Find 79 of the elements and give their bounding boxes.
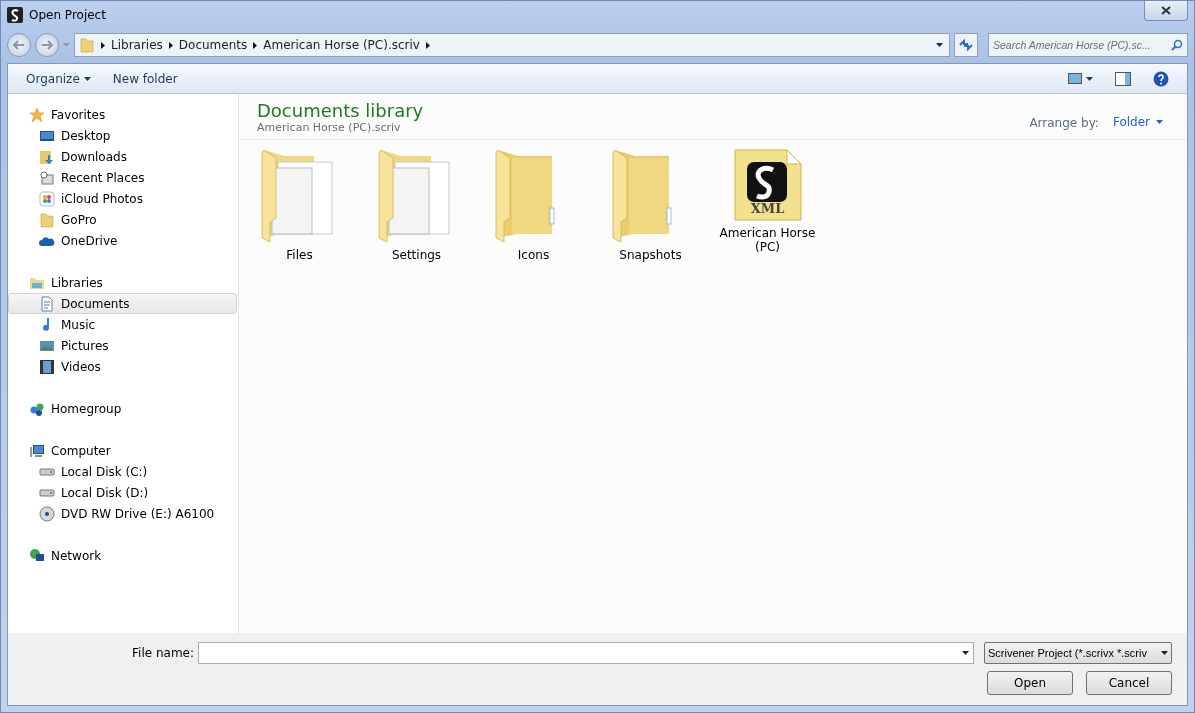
sidebar-item[interactable]: Local Disk (D:) xyxy=(8,482,237,503)
close-button[interactable] xyxy=(1144,1,1188,21)
window-title: Open Project xyxy=(29,8,106,22)
download-folder-icon xyxy=(39,148,55,165)
refresh-icon xyxy=(958,38,974,52)
file-name[interactable]: Snapshots xyxy=(619,248,682,262)
file-type-dropdown[interactable]: Scrivener Project (*.scrivx *.scriv xyxy=(984,642,1172,664)
sidebar-group[interactable]: Favorites xyxy=(8,104,237,125)
organize-button[interactable]: Organize xyxy=(18,69,99,88)
chevron-right-icon xyxy=(101,41,105,49)
xml-label: XML xyxy=(749,201,786,216)
caret-icon xyxy=(962,651,969,655)
caret-icon xyxy=(83,76,91,81)
help-icon xyxy=(1153,70,1169,87)
star-icon xyxy=(29,106,45,123)
sidebar-item[interactable]: DVD RW Drive (E:) A6100 xyxy=(8,503,237,524)
network-icon xyxy=(29,547,45,564)
sidebar-item[interactable]: iCloud Photos xyxy=(8,188,237,209)
caret-icon xyxy=(1161,651,1168,655)
close-icon xyxy=(1161,6,1171,15)
app-icon xyxy=(7,7,23,23)
breadcrumb[interactable]: Libraries xyxy=(111,38,163,52)
address-bar[interactable]: Libraries Documents American Horse (PC).scriv xyxy=(74,33,950,57)
forward-button[interactable] xyxy=(35,33,59,57)
caret-icon xyxy=(1086,76,1093,81)
sidebar-item[interactable]: Videos xyxy=(8,356,237,377)
file-name[interactable]: Icons xyxy=(517,248,550,262)
computer-icon xyxy=(29,442,45,459)
view-icon xyxy=(1068,73,1082,84)
folder-icon xyxy=(39,211,55,228)
disc-drive-icon xyxy=(39,505,55,522)
sidebar-item[interactable]: Recent Places xyxy=(8,167,237,188)
cancel-button[interactable]: Cancel xyxy=(1086,671,1172,695)
open-button[interactable]: Open xyxy=(987,671,1073,695)
back-arrow-icon xyxy=(13,40,25,50)
flower-icon xyxy=(39,190,55,207)
sidebar-item[interactable]: Desktop xyxy=(8,125,237,146)
sidebar-item[interactable]: Local Disk (C:) xyxy=(8,461,237,482)
sidebar-item[interactable]: Pictures xyxy=(8,335,237,356)
search-field[interactable]: Search American Horse (PC).sc... xyxy=(988,33,1188,57)
file-name[interactable]: American Horse (PC) xyxy=(719,226,816,254)
sidebar-group[interactable]: Network xyxy=(8,545,237,566)
back-button[interactable] xyxy=(7,33,31,57)
sidebar-item[interactable]: Music xyxy=(8,314,237,335)
recent-places-icon xyxy=(39,169,55,186)
history-caret-icon xyxy=(63,43,70,47)
caret-icon xyxy=(1156,120,1163,124)
preview-pane-icon xyxy=(1115,71,1131,86)
file-name[interactable]: Settings xyxy=(391,248,442,262)
film-icon xyxy=(39,358,55,375)
hard-drive-icon xyxy=(39,488,55,497)
refresh-button[interactable] xyxy=(954,33,978,57)
file-name-label: File name: xyxy=(131,646,195,660)
caret-icon xyxy=(936,43,943,47)
sidebar-group[interactable]: Homegroup xyxy=(8,398,237,419)
arrange-dropdown[interactable]: Folder xyxy=(1106,114,1169,130)
new-folder-button[interactable]: New folder xyxy=(104,69,186,88)
sidebar-item[interactable]: GoPro xyxy=(8,209,237,230)
chevron-right-icon xyxy=(253,41,258,49)
library-title: Documents library xyxy=(257,100,424,121)
hard-drive-icon xyxy=(39,467,55,476)
scrivener-project-file-icon xyxy=(732,148,803,222)
sidebar-item[interactable]: Documents xyxy=(8,293,237,314)
breadcrumb[interactable]: Documents xyxy=(178,38,248,52)
arrange-label: Arrange by: xyxy=(1029,116,1099,130)
file-name[interactable]: Files xyxy=(286,248,313,262)
sidebar-item[interactable]: OneDrive xyxy=(8,230,237,251)
chevron-right-icon xyxy=(168,41,173,49)
sidebar-group[interactable]: Libraries xyxy=(8,272,237,293)
breadcrumb[interactable]: American Horse (PC).scriv xyxy=(263,38,420,52)
search-icon xyxy=(1171,39,1183,51)
chevron-right-icon xyxy=(425,41,430,49)
library-subtitle: American Horse (PC).scriv xyxy=(257,121,402,134)
forward-arrow-icon xyxy=(41,40,53,50)
sidebar-group[interactable]: Computer xyxy=(8,440,237,461)
sidebar-item[interactable]: Downloads xyxy=(8,146,237,167)
file-name-field[interactable] xyxy=(198,642,974,664)
folder-icon xyxy=(79,37,95,53)
document-icon xyxy=(39,295,55,312)
